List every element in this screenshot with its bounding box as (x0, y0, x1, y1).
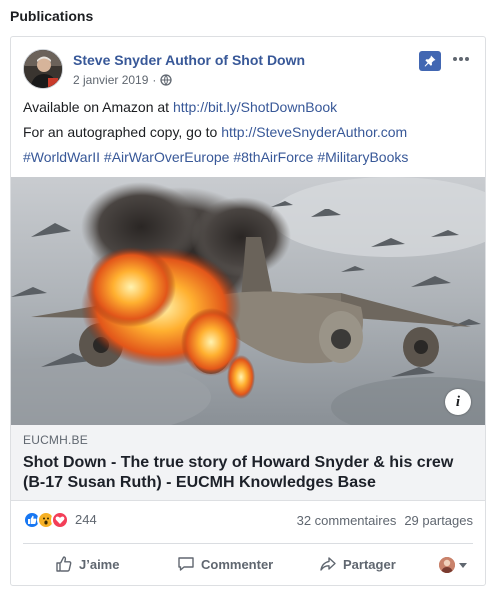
comment-icon (178, 557, 194, 571)
divider (23, 543, 473, 544)
reaction-count[interactable]: 244 (75, 511, 97, 529)
comments-count-link[interactable]: 32 commentaires (297, 513, 397, 528)
author-site-link[interactable]: http://SteveSnyderAuthor.com (221, 124, 407, 140)
post-header: Steve Snyder Author of Shot Down 2 janvi… (23, 49, 473, 91)
thumbs-up-icon (56, 556, 72, 572)
author-avatar[interactable] (23, 49, 63, 89)
love-reaction-icon (51, 511, 69, 529)
link-preview[interactable]: EUCMH.BE Shot Down - The true story of H… (11, 425, 485, 501)
author-name-link[interactable]: Steve Snyder Author of Shot Down (73, 52, 305, 68)
post-as-selector[interactable] (439, 557, 467, 573)
shares-count-link[interactable]: 29 partages (404, 513, 473, 528)
like-label: J’aime (79, 556, 120, 572)
more-options-icon[interactable] (449, 49, 473, 69)
comment-label: Commenter (201, 556, 274, 572)
reaction-summary[interactable]: 244 (23, 511, 97, 529)
share-icon (320, 557, 336, 571)
post-meta: 2 janvier 2019 · (73, 73, 173, 87)
share-label: Partager (343, 556, 396, 572)
viewer-avatar (439, 557, 455, 573)
reactions-bar: 244 32 commentaires 29 partages (23, 511, 473, 533)
section-title: Publications (10, 8, 94, 24)
globe-icon[interactable] (160, 74, 173, 86)
link-title[interactable]: Shot Down - The true story of Howard Sny… (23, 453, 473, 493)
post-line-amazon: Available on Amazon at http://bit.ly/Sho… (23, 99, 338, 115)
pin-icon[interactable] (419, 51, 441, 71)
like-button[interactable]: J’aime (55, 555, 119, 573)
link-domain: EUCMH.BE (23, 433, 88, 447)
post-card: Steve Snyder Author of Shot Down 2 janvi… (10, 36, 486, 586)
post-actions: J’aime Commenter Partager (23, 547, 473, 583)
meta-separator: · (152, 73, 157, 87)
engagement-counts: 32 commentaires 29 partages (297, 513, 473, 528)
post-body: Available on Amazon at http://bit.ly/Sho… (23, 98, 473, 173)
post-line-autograph: For an autographed copy, go to http://St… (23, 124, 408, 140)
amazon-link[interactable]: http://bit.ly/ShotDownBook (173, 99, 337, 115)
info-icon[interactable]: i (445, 389, 471, 415)
comment-button[interactable]: Commenter (177, 555, 273, 573)
hashtags[interactable]: #WorldWarII #AirWarOverEurope #8thAirFor… (23, 148, 473, 167)
share-button[interactable]: Partager (319, 555, 396, 573)
post-image-b17[interactable]: i (11, 177, 485, 425)
caret-down-icon (459, 562, 467, 568)
post-date[interactable]: 2 janvier 2019 (73, 73, 148, 87)
